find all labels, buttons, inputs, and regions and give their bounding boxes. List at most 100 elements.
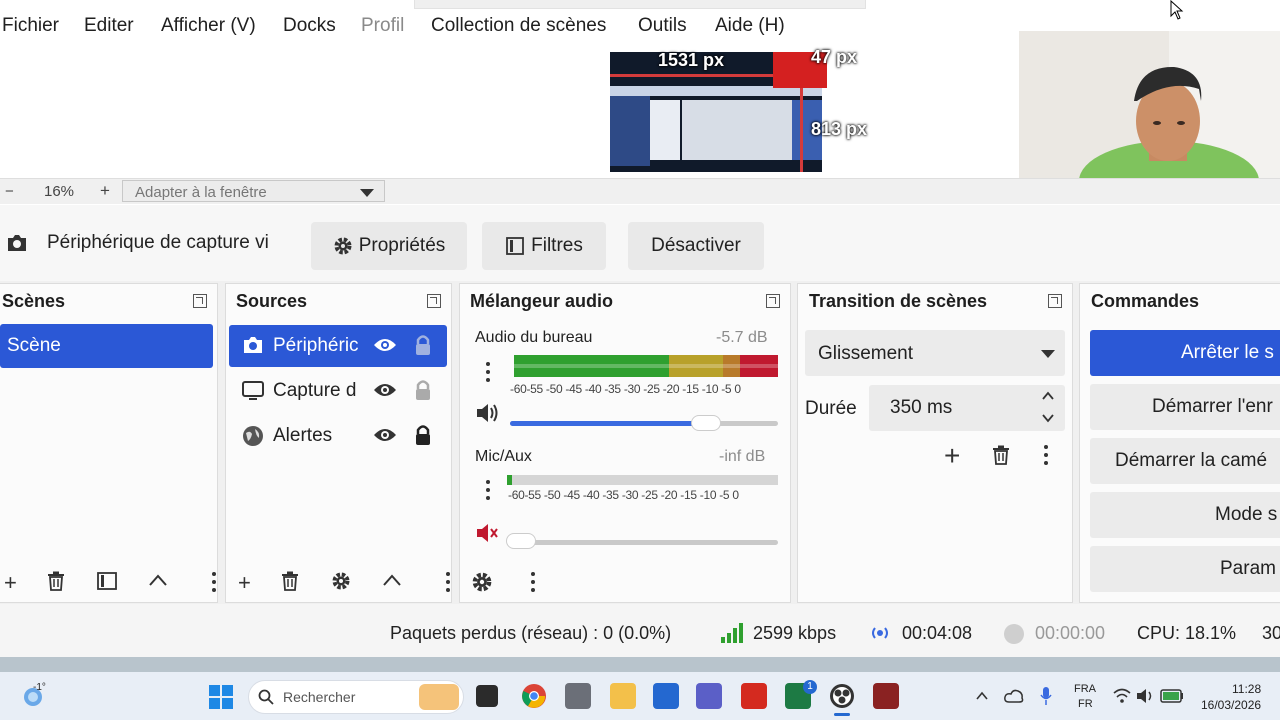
commands-title: Commandes [1091,291,1200,311]
selected-source-name: Périphérique de capture vi [47,232,269,253]
record-time: 00:00:00 [1035,623,1106,643]
settings-button[interactable]: Param [1090,546,1280,592]
filter-icon [506,237,525,255]
eye-icon[interactable] [373,382,397,398]
taskbar-search[interactable]: Rechercher [248,680,464,714]
duration-spinbox[interactable]: 350 ms [869,385,1065,431]
menu-edit[interactable]: Editer [84,15,134,37]
add-transition-button[interactable]: + [944,440,960,472]
menu-scene-collection[interactable]: Collection de scènes [431,15,606,37]
store-icon[interactable] [653,683,679,709]
obs-icon[interactable] [829,683,855,709]
record-icon [1004,624,1024,644]
cloud-icon[interactable] [1004,688,1024,704]
scene-item[interactable]: Scène [0,324,213,368]
active-indicator [834,713,850,716]
zoom-out-button[interactable]: − [5,183,14,200]
trash-icon[interactable] [281,571,299,591]
wifi-icon[interactable] [1113,688,1131,704]
clock-date: 16/03/2026 [1201,698,1262,712]
zoom-in-button[interactable]: + [100,181,110,201]
more-vertical-icon[interactable] [1044,445,1048,469]
filters-button[interactable]: Filtres [482,222,606,270]
menu-tools[interactable]: Outils [638,15,687,37]
undock-icon[interactable] [427,294,441,308]
speaker-icon[interactable] [475,402,501,424]
trash-icon[interactable] [47,571,65,591]
scene-filter-icon[interactable] [97,572,117,590]
clock-time[interactable]: 11:28 [1232,682,1261,696]
eye-icon[interactable] [373,337,397,353]
lock-icon[interactable] [414,379,432,401]
studio-mode-button[interactable]: Mode s [1090,492,1280,538]
camera-icon [8,235,26,251]
stop-streaming-button[interactable]: Arrêter le s [1090,330,1280,376]
eye-icon[interactable] [373,427,397,443]
menu-help[interactable]: Aide (H) [715,15,785,37]
bitrate: 2599 kbps [753,623,837,643]
add-source-button[interactable]: + [238,570,251,596]
microphone-icon[interactable] [1040,686,1052,706]
camera-icon [244,337,262,353]
channel-db: -5.7 dB [716,329,768,346]
task-view-icon[interactable] [476,685,498,707]
more-vertical-icon[interactable] [531,572,535,596]
source-item[interactable]: Périphéric [229,325,447,367]
fps: 30 [1262,623,1280,643]
chevron-up-icon[interactable] [975,691,989,701]
more-vertical-icon[interactable] [212,572,216,596]
gear-icon[interactable] [471,571,493,593]
start-recording-button[interactable]: Démarrer l'enr [1090,384,1280,430]
undock-icon[interactable] [766,294,780,308]
preview-height-label: 813 px [811,119,868,139]
chevron-up-icon[interactable] [382,573,402,587]
menu-view[interactable]: Afficher (V) [161,15,256,37]
meter-scale: -60-55 -50 -45 -40 -35 -30 -25 -20 -15 -… [510,382,741,396]
person-webcam-image [1019,31,1280,178]
app-icon[interactable] [873,683,899,709]
channel-db: -inf dB [719,448,766,465]
acrobat-icon[interactable] [741,683,767,709]
menu-docks[interactable]: Docks [283,15,336,37]
volume-slider-handle[interactable] [691,415,721,431]
preview-right-label: 47 px [811,47,858,67]
video-strip [0,657,1280,672]
gear-icon[interactable] [331,571,351,591]
chevron-up-icon[interactable] [148,573,168,587]
lock-icon[interactable] [414,334,432,356]
file-explorer-icon[interactable] [610,683,636,709]
undock-icon[interactable] [1048,294,1062,308]
speaker-muted-icon[interactable] [475,522,501,544]
signal-bars-icon [721,623,743,643]
undock-icon[interactable] [193,294,207,308]
zoom-mode-select[interactable]: Adapter à la fenêtre [122,180,385,202]
trash-icon[interactable] [992,445,1010,465]
more-vertical-icon[interactable] [446,572,450,596]
properties-button[interactable]: Propriétés [311,222,467,270]
source-item[interactable]: Alertes [229,415,447,457]
menu-profile[interactable]: Profil [361,15,404,37]
chevron-down-icon[interactable] [1041,413,1055,423]
windows-start-icon[interactable] [208,684,234,710]
deactivate-button[interactable]: Désactiver [628,222,764,270]
more-vertical-icon[interactable] [486,480,490,504]
lock-icon[interactable] [414,424,432,446]
keyboard-language[interactable]: FRA [1074,683,1096,695]
transition-type-select[interactable]: Glissement [805,330,1065,376]
battery-icon[interactable] [1160,689,1184,703]
more-vertical-icon[interactable] [486,362,490,386]
chevron-up-icon[interactable] [1041,391,1055,401]
titlebar-fragment [414,0,866,9]
chrome-icon[interactable] [521,683,547,709]
app-icon[interactable] [565,683,591,709]
volume-icon[interactable] [1136,688,1154,704]
notification-badge: 1 [803,680,817,694]
start-virtual-camera-button[interactable]: Démarrer la camé [1090,438,1280,484]
menu-file[interactable]: Fichier [2,15,59,37]
volume-slider[interactable] [510,540,778,545]
add-scene-button[interactable]: + [4,570,17,596]
teams-icon[interactable] [696,683,722,709]
volume-slider-handle[interactable] [506,533,536,549]
transition-title: Transition de scènes [809,291,988,311]
source-item[interactable]: Capture d [229,370,447,412]
